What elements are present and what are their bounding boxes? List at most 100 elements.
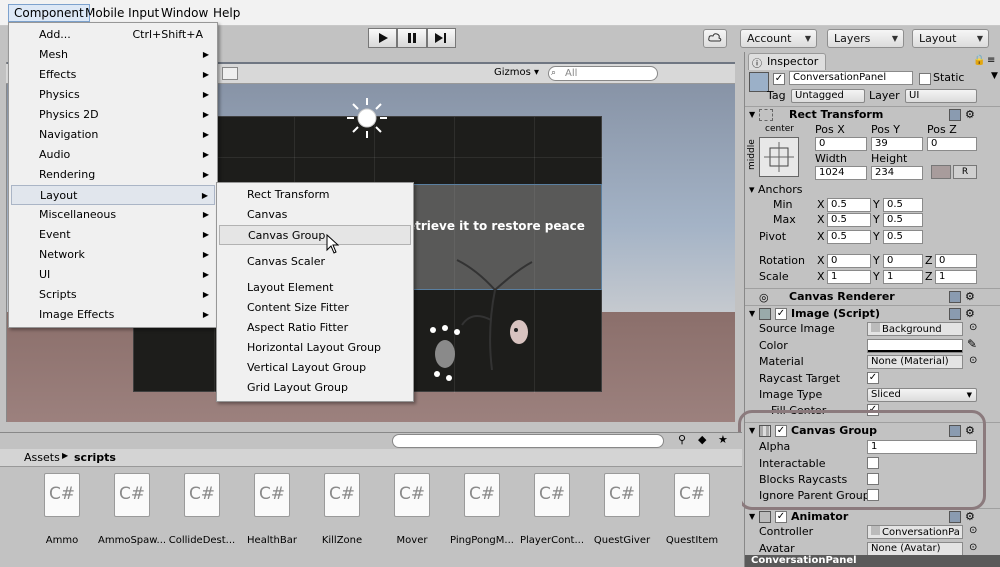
menu-item-physics[interactable]: Physics ▶ [11, 85, 215, 105]
layers-dropdown[interactable]: Layers ▼ [827, 29, 904, 48]
object-name-field[interactable]: ConversationPanel [789, 71, 913, 85]
lock-icon[interactable]: 🔒 [973, 55, 985, 66]
menu-item-image-effects[interactable]: Image Effects ▶ [11, 305, 215, 325]
object-picker-icon[interactable]: ⊙ [969, 322, 977, 333]
static-checkbox[interactable] [919, 73, 931, 85]
submenu-horizontal-layout-group[interactable]: Horizontal Layout Group [219, 338, 411, 358]
pos-y-field[interactable]: 39 [871, 137, 923, 151]
pivot-x-field[interactable]: 0.5 [827, 230, 871, 244]
gizmos-dropdown[interactable]: Gizmos ▾ [494, 67, 539, 78]
tag-dropdown[interactable]: Untagged [791, 89, 865, 103]
menu-item-physics-2d[interactable]: Physics 2D ▶ [11, 105, 215, 125]
image-enabled-checkbox[interactable]: ✓ [775, 308, 787, 320]
object-picker-icon[interactable]: ⊙ [969, 525, 977, 536]
rotation-x-field[interactable]: 0 [827, 254, 871, 268]
asset-item[interactable]: C# AmmoSpaw... [98, 473, 166, 546]
submenu-rect-transform[interactable]: Rect Transform [219, 185, 411, 205]
anchor-preset-button[interactable] [759, 137, 799, 177]
anchor-max-x-field[interactable]: 0.5 [827, 213, 871, 227]
submenu-canvas-scaler[interactable]: Canvas Scaler [219, 252, 411, 272]
menu-item-add[interactable]: Add... Ctrl+Shift+A [11, 25, 215, 45]
menu-item-layout[interactable]: Layout ▶ [11, 185, 215, 205]
preview-footer[interactable]: ConversationPanel [745, 555, 1000, 567]
anchor-min-y-field[interactable]: 0.5 [883, 198, 923, 212]
pos-x-field[interactable]: 0 [815, 137, 867, 151]
gear-icon[interactable]: ⚙ [965, 509, 975, 525]
asset-item[interactable]: C# PingPongM... [448, 473, 516, 546]
menu-item-mesh[interactable]: Mesh ▶ [11, 45, 215, 65]
reference-icon[interactable] [949, 291, 961, 303]
menu-item-ui[interactable]: UI ▶ [11, 265, 215, 285]
project-search-input[interactable] [392, 434, 664, 448]
anchor-min-x-field[interactable]: 0.5 [827, 198, 871, 212]
object-picker-icon[interactable]: ⊙ [969, 355, 977, 366]
menu-mobile-input[interactable]: Mobile Input [80, 4, 164, 22]
controller-field[interactable]: ConversationPa [867, 525, 963, 539]
source-image-field[interactable]: Background [867, 322, 963, 336]
rotation-y-field[interactable]: 0 [883, 254, 923, 268]
raycast-target-checkbox[interactable]: ✓ [867, 372, 879, 384]
width-field[interactable]: 1024 [815, 166, 867, 180]
pivot-y-field[interactable]: 0.5 [883, 230, 923, 244]
layer-dropdown[interactable]: UI [905, 89, 977, 103]
menu-window[interactable]: Window [156, 4, 213, 22]
reference-icon[interactable] [949, 109, 961, 121]
submenu-layout-element[interactable]: Layout Element [219, 278, 411, 298]
scale-x-field[interactable]: 1 [827, 270, 871, 284]
account-dropdown[interactable]: Account ▼ [740, 29, 817, 48]
submenu-vertical-layout-group[interactable]: Vertical Layout Group [219, 358, 411, 378]
height-field[interactable]: 234 [871, 166, 923, 180]
asset-item[interactable]: C# KillZone [308, 473, 376, 546]
menu-item-rendering[interactable]: Rendering ▶ [11, 165, 215, 185]
gear-icon[interactable]: ⚙ [965, 306, 975, 322]
color-swatch[interactable] [867, 339, 963, 353]
gear-icon[interactable]: ⚙ [965, 107, 975, 123]
submenu-aspect-ratio-fitter[interactable]: Aspect Ratio Fitter [219, 318, 411, 338]
menu-item-scripts[interactable]: Scripts ▶ [11, 285, 215, 305]
menu-component[interactable]: Component [8, 4, 90, 22]
blueprint-mode-button[interactable] [931, 165, 951, 179]
asset-item[interactable]: C# QuestItem [658, 473, 726, 546]
image-header[interactable]: ▼ ✓ Image (Script) ⚙ [745, 305, 1000, 322]
active-checkbox[interactable]: ✓ [773, 73, 785, 85]
gear-icon[interactable]: ⚙ [965, 289, 975, 305]
breadcrumb-scripts[interactable]: scripts [74, 451, 116, 464]
asset-item[interactable]: C# Ammo [28, 473, 96, 546]
star-icon[interactable]: ★ [718, 433, 728, 446]
image-icon[interactable] [222, 67, 238, 80]
submenu-grid-layout-group[interactable]: Grid Layout Group [219, 378, 411, 398]
chevron-down-icon[interactable]: ▼ [991, 71, 998, 81]
asset-item[interactable]: C# QuestGiver [588, 473, 656, 546]
menu-item-network[interactable]: Network ▶ [11, 245, 215, 265]
menu-item-effects[interactable]: Effects ▶ [11, 65, 215, 85]
asset-item[interactable]: C# CollideDest... [168, 473, 236, 546]
panel-menu-icon[interactable]: ≡ [987, 55, 995, 66]
menu-item-miscellaneous[interactable]: Miscellaneous ▶ [11, 205, 215, 225]
reference-icon[interactable] [949, 308, 961, 320]
play-button[interactable] [368, 28, 398, 48]
scale-z-field[interactable]: 1 [935, 270, 977, 284]
step-button[interactable] [426, 28, 456, 48]
label-tag-icon[interactable]: ◆ [698, 433, 706, 446]
avatar-field[interactable]: None (Avatar) [867, 542, 963, 556]
pos-z-field[interactable]: 0 [927, 137, 977, 151]
object-picker-icon[interactable]: ⊙ [969, 542, 977, 553]
menu-item-audio[interactable]: Audio ▶ [11, 145, 215, 165]
menu-help[interactable]: Help [208, 4, 245, 22]
pause-button[interactable] [397, 28, 427, 48]
submenu-canvas[interactable]: Canvas [219, 205, 411, 225]
cloud-button[interactable] [703, 29, 727, 48]
raw-edit-button[interactable]: R [953, 165, 977, 179]
rotation-z-field[interactable]: 0 [935, 254, 977, 268]
rect-transform-header[interactable]: ▼ Rect Transform ⚙ [745, 106, 1000, 123]
image-type-dropdown[interactable]: Sliced ▼ [867, 388, 977, 402]
scale-y-field[interactable]: 1 [883, 270, 923, 284]
submenu-content-size-fitter[interactable]: Content Size Fitter [219, 298, 411, 318]
asset-item[interactable]: C# Mover [378, 473, 446, 546]
menu-item-navigation[interactable]: Navigation ▶ [11, 125, 215, 145]
canvas-renderer-header[interactable]: ◎ Canvas Renderer ⚙ [745, 288, 1000, 305]
filter-type-icon[interactable]: ⚲ [678, 433, 686, 446]
menu-item-event[interactable]: Event ▶ [11, 225, 215, 245]
animator-enabled-checkbox[interactable]: ✓ [775, 511, 787, 523]
reference-icon[interactable] [949, 511, 961, 523]
